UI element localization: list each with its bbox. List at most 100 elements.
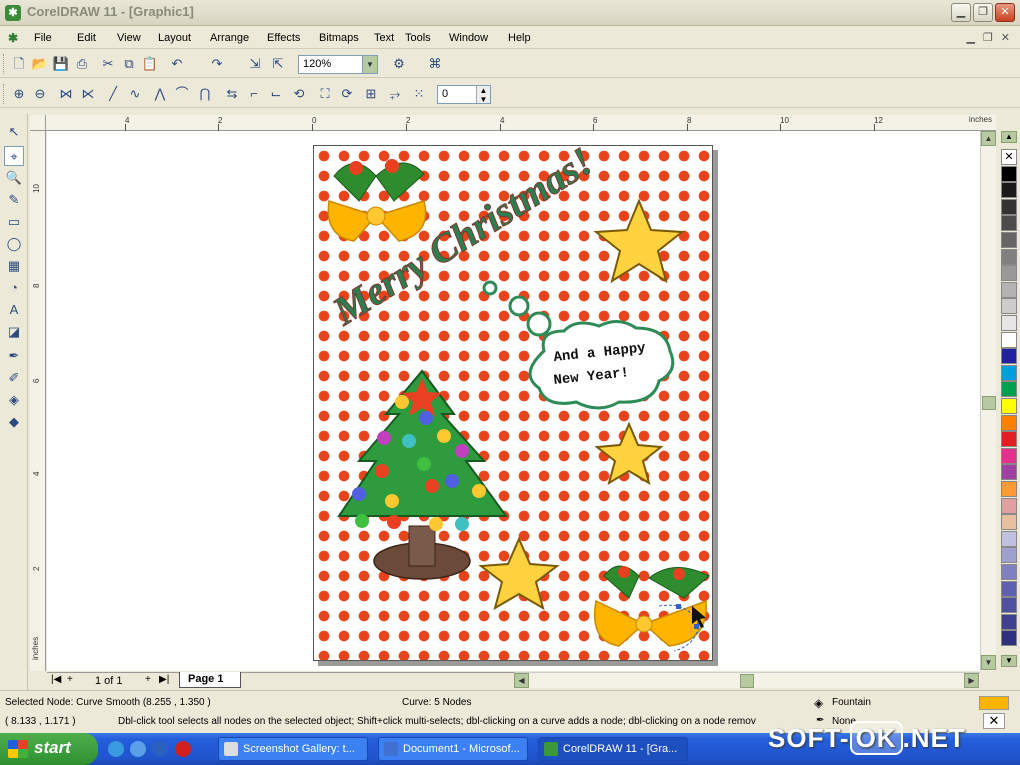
palette-down-button[interactable]: ▼ [1001, 655, 1017, 667]
paste-icon[interactable]: 📋 [141, 55, 159, 73]
task-screenshot-gallery[interactable]: Screenshot Gallery: t... [218, 737, 368, 761]
palette-swatch[interactable] [1001, 398, 1017, 414]
menu-view[interactable]: View [117, 32, 158, 44]
zoom-level-select[interactable]: 120% ▼ [298, 55, 378, 74]
palette-swatch[interactable] [1001, 613, 1017, 630]
star-small[interactable] [478, 536, 560, 611]
ellipse-tool-icon[interactable]: ◯ [4, 234, 24, 254]
undo-icon[interactable]: ↶ [168, 55, 186, 73]
palette-swatch[interactable] [1001, 447, 1017, 464]
export-icon[interactable]: ⇱ [269, 55, 287, 73]
import-icon[interactable]: ⇲ [246, 55, 264, 73]
scroll-down-button[interactable]: ▼ [981, 655, 996, 670]
save-icon[interactable]: 💾 [52, 55, 70, 73]
menu-effects[interactable]: Effects [267, 32, 319, 44]
join-nodes-icon[interactable]: ⋈ [57, 85, 75, 103]
palette-swatch[interactable] [1001, 414, 1017, 431]
first-page-icon[interactable]: |◀ [51, 674, 61, 685]
new-icon[interactable]: 🗋 [10, 55, 28, 73]
palette-swatch[interactable] [1001, 497, 1017, 514]
pick-tool-icon[interactable]: ↖ [4, 122, 24, 142]
interactive-fill-tool-icon[interactable]: ◆ [4, 412, 24, 432]
drawing-canvas[interactable]: Merry Christmas! And a Happy New Year! [47, 131, 980, 671]
palette-swatch[interactable] [1001, 514, 1017, 531]
cusp-node-icon[interactable]: ⋀ [151, 85, 169, 103]
palette-swatch[interactable] [1001, 597, 1017, 614]
rectangle-tool-icon[interactable]: ▭ [4, 212, 24, 232]
scroll-up-button[interactable]: ▲ [981, 131, 996, 146]
menu-edit[interactable]: Edit [77, 32, 117, 44]
horizontal-scrollbar[interactable]: ◀ ▶ [514, 672, 980, 688]
holly-bow-top-left[interactable] [327, 159, 427, 242]
rotate-nodes-icon[interactable]: ⟳ [338, 85, 356, 103]
scroll-left-button[interactable]: ◀ [514, 673, 529, 688]
restore-button[interactable]: ❐ [973, 3, 993, 22]
zoom-tool-icon[interactable]: 🔍 [4, 168, 24, 188]
fill-icon[interactable]: ◈ [814, 696, 823, 710]
corel-online-icon[interactable]: ⌘ [426, 55, 444, 73]
task-word-document[interactable]: Document1 - Microsof... [378, 737, 528, 761]
minimize-button[interactable]: ▁ [951, 3, 971, 22]
doc-minimize-button[interactable]: ▁ [966, 31, 974, 44]
fill-tool-icon[interactable]: ◈ [4, 390, 24, 410]
curve-smoothness-input[interactable]: 0 ▲ ▼ [437, 85, 491, 104]
palette-swatch[interactable] [1001, 232, 1017, 248]
show-desktop-icon[interactable] [152, 741, 168, 757]
palette-swatch[interactable] [1001, 630, 1017, 647]
spin-icon[interactable]: ▲ ▼ [476, 86, 490, 104]
graph-paper-tool-icon[interactable]: ▦ [4, 256, 24, 276]
freehand-tool-icon[interactable]: ✎ [4, 190, 24, 210]
open-icon[interactable]: 📂 [31, 55, 49, 73]
menu-tools[interactable]: Tools [405, 32, 449, 44]
palette-swatch[interactable] [1001, 464, 1017, 481]
no-color-swatch[interactable]: ✕ [1001, 149, 1017, 165]
close-button[interactable]: ✕ [995, 3, 1015, 22]
palette-swatch[interactable] [1001, 364, 1017, 381]
redo-icon[interactable]: ↷ [208, 55, 226, 73]
palette-swatch[interactable] [1001, 248, 1017, 265]
menu-text[interactable]: Text [374, 32, 405, 44]
elastic-mode-icon[interactable]: ⥅ [386, 85, 404, 103]
palette-up-button[interactable]: ▲ [1001, 131, 1017, 143]
to-line-icon[interactable]: ╱ [104, 85, 122, 103]
palette-swatch[interactable] [1001, 547, 1017, 564]
palette-swatch[interactable] [1001, 298, 1017, 315]
menu-file[interactable]: File [34, 32, 77, 44]
page-tab[interactable]: Page 1 [179, 672, 241, 688]
palette-swatch[interactable] [1001, 182, 1017, 199]
palette-swatch[interactable] [1001, 580, 1017, 597]
menu-window[interactable]: Window [449, 32, 508, 44]
palette-swatch[interactable] [1001, 564, 1017, 580]
basic-shapes-tool-icon[interactable]: ◔ [4, 278, 24, 298]
prev-page-icon[interactable]: + [67, 674, 73, 685]
star-medium[interactable] [594, 421, 664, 486]
text-tool-icon[interactable]: A [4, 300, 24, 320]
palette-swatch[interactable] [1001, 315, 1017, 331]
palette-swatch[interactable] [1001, 165, 1017, 182]
select-all-nodes-icon[interactable]: ⁙ [410, 85, 428, 103]
break-curve-icon[interactable]: ⋉ [79, 85, 97, 103]
palette-swatch[interactable] [1001, 348, 1017, 365]
last-page-icon[interactable]: ▶| [159, 674, 169, 685]
doc-close-button[interactable]: ✕ [1001, 31, 1010, 44]
scroll-thumb[interactable] [982, 396, 996, 410]
symmetric-node-icon[interactable]: ⋂ [196, 85, 214, 103]
reverse-direction-icon[interactable]: ⇆ [223, 85, 241, 103]
menu-help[interactable]: Help [508, 32, 538, 44]
media-player-icon[interactable] [130, 741, 146, 757]
quicklaunch-app-icon[interactable] [175, 741, 191, 757]
holly-bow-bottom-right[interactable] [593, 565, 710, 652]
smooth-node-icon[interactable]: ⌒ [173, 85, 191, 103]
extract-subpath-icon[interactable]: ⌙ [267, 85, 285, 103]
copy-icon[interactable]: ⧉ [120, 55, 138, 73]
palette-swatch[interactable] [1001, 431, 1017, 448]
palette-swatch[interactable] [1001, 215, 1017, 232]
drawing-page[interactable]: Merry Christmas! And a Happy New Year! [313, 145, 713, 661]
interactive-blend-tool-icon[interactable]: ◪ [4, 322, 24, 342]
cut-icon[interactable]: ✂ [99, 55, 117, 73]
shape-tool-icon[interactable]: ⌖ [4, 146, 24, 166]
start-button[interactable]: start [0, 733, 98, 765]
chevron-down-icon[interactable]: ▼ [362, 56, 377, 73]
eyedropper-tool-icon[interactable]: ✒ [4, 346, 24, 366]
vertical-ruler[interactable]: 10 8 6 4 2 [30, 131, 46, 671]
